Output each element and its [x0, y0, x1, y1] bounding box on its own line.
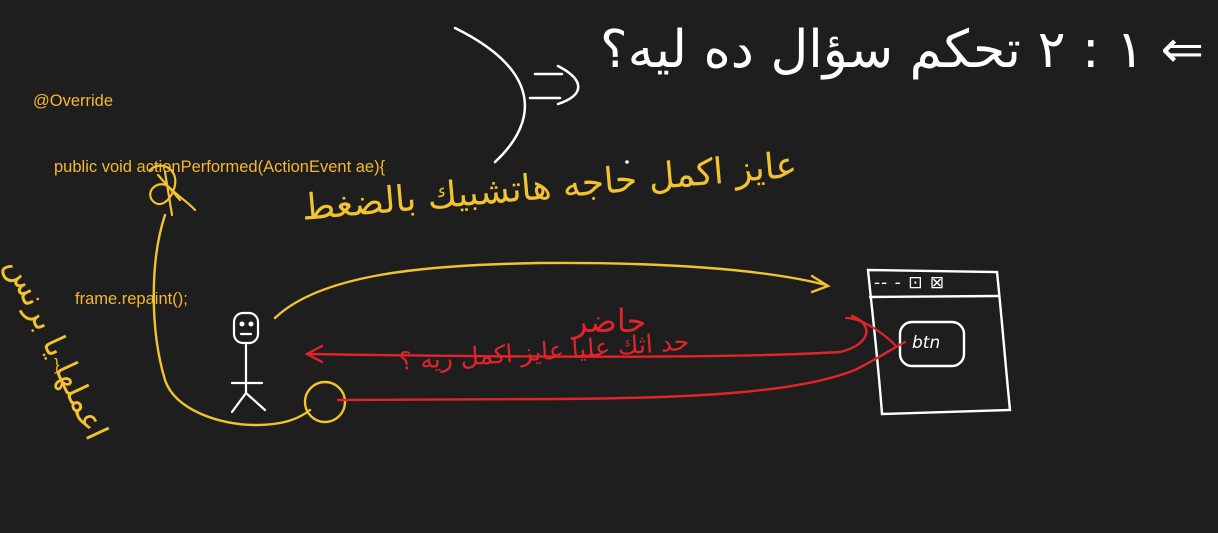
- yellow-scribble-icon: [148, 164, 197, 217]
- white-paren-stroke: [453, 26, 527, 164]
- white-handwritten-question: ١ : ٢ تحكم سؤال ده ليه؟ ⇐: [600, 20, 1205, 80]
- window-title-controls: ‐‐ - ⊡ ⊠: [874, 273, 946, 293]
- whiteboard-canvas: @Override public void actionPerformed(Ac…: [0, 0, 1218, 533]
- white-arrow-stroke: [528, 64, 580, 106]
- yellow-loop-stroke: [152, 213, 312, 427]
- yellow-event-circle: [303, 380, 347, 424]
- red-upper-hook: [844, 316, 897, 347]
- window-button-label[interactable]: btn: [912, 333, 940, 353]
- stick-figure: [230, 311, 267, 414]
- yellow-arrow-stroke: [273, 261, 828, 320]
